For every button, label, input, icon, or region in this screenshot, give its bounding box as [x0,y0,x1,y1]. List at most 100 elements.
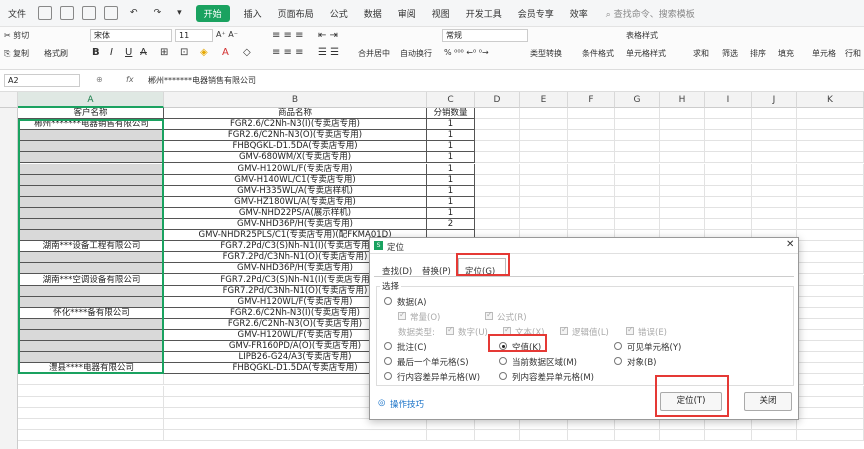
empty-cell[interactable] [427,429,475,441]
customer-name-cell[interactable]: 澧县****电器有限公司 [18,363,164,375]
empty-cell[interactable] [615,152,660,164]
empty-cell[interactable] [568,130,615,142]
empty-cell[interactable] [520,141,568,153]
customer-name-cell[interactable] [18,207,164,219]
clear-button[interactable]: ◇ [243,47,251,58]
column-header-f[interactable]: F [568,92,615,108]
more-font-button[interactable]: ⊡ [180,47,188,58]
empty-cell[interactable] [797,363,864,375]
empty-cell[interactable] [797,285,864,297]
tab-start[interactable]: 开始 [195,4,230,22]
underline-button[interactable]: U [125,47,132,58]
empty-cell[interactable] [568,185,615,197]
empty-cell[interactable] [475,185,520,197]
quantity-cell[interactable]: 1 [427,163,475,175]
undo-icon[interactable]: ↶ [122,8,146,18]
empty-cell[interactable] [475,418,520,430]
search-command-input[interactable]: ⌕ 查找命令、搜索模板 [606,7,695,20]
empty-cell[interactable] [520,418,568,430]
font-size-select[interactable]: 11 [175,29,213,42]
empty-cell[interactable] [520,119,568,131]
column-header-e[interactable]: E [520,92,568,108]
preview-icon[interactable] [104,6,119,20]
italic-button[interactable]: I [110,47,113,58]
empty-cell[interactable] [568,174,615,186]
cell-button[interactable]: 单元格 [812,48,836,59]
empty-cell[interactable] [797,196,864,208]
header-cell-c[interactable]: 分销数量 [427,108,475,120]
col-diff-radio[interactable] [499,372,507,380]
customer-name-cell[interactable] [18,185,164,197]
empty-cell[interactable] [752,163,797,175]
border-button[interactable]: ⊞ [160,47,168,58]
empty-cell[interactable] [797,230,864,242]
product-name-cell[interactable]: GMV-H120WL/F(专卖店专用) [164,163,427,175]
product-name-cell[interactable]: FGR2.6/C2Nh-N3(O)(专卖店专用) [164,130,427,142]
empty-cell[interactable] [752,418,797,430]
quantity-cell[interactable]: 1 [427,119,475,131]
empty-cell[interactable] [615,130,660,142]
empty-cell[interactable] [18,418,164,430]
empty-cell[interactable] [752,207,797,219]
empty-cell[interactable] [615,196,660,208]
comment-radio[interactable] [384,342,392,350]
fx-icon[interactable]: fx [126,75,134,84]
product-name-cell[interactable]: FHBQGKL-D1.5DA(专卖店专用) [164,141,427,153]
customer-name-cell[interactable]: 湖南***空调设备有限公司 [18,274,164,286]
empty-cell[interactable] [520,207,568,219]
sum-button[interactable]: 求和 [693,48,709,59]
empty-cell[interactable] [797,407,864,419]
empty-cell[interactable] [797,130,864,142]
save-icon[interactable] [60,6,75,20]
tab-view[interactable]: 视图 [424,7,458,20]
format-painter-button[interactable]: 格式刷 [44,48,68,59]
constant-checkbox[interactable] [398,310,406,320]
empty-cell[interactable] [568,163,615,175]
column-header-b[interactable]: B [164,92,427,108]
empty-cell[interactable] [660,141,705,153]
tab-data[interactable]: 数据 [356,7,390,20]
visible-radio[interactable] [614,342,622,350]
empty-cell[interactable] [520,152,568,164]
last-cell-radio[interactable] [384,357,392,365]
empty-cell[interactable] [705,152,752,164]
product-name-cell[interactable]: GMV-H335WL/A(专卖店样机) [164,185,427,197]
formula-input[interactable]: 郴州*******电器销售有限公司 [148,75,256,86]
tab-page-layout[interactable]: 页面布局 [270,7,322,20]
customer-name-cell[interactable] [18,318,164,330]
empty-cell[interactable] [660,163,705,175]
empty-cell[interactable] [615,185,660,197]
empty-cell[interactable] [615,108,660,120]
empty-cell[interactable] [18,385,164,397]
formula-checkbox[interactable] [485,310,493,320]
empty-cell[interactable] [797,418,864,430]
customer-name-cell[interactable] [18,285,164,297]
quantity-cell[interactable]: 1 [427,152,475,164]
merge-center-button[interactable]: 合并居中 [358,48,390,59]
empty-cell[interactable] [797,341,864,353]
empty-cell[interactable] [520,185,568,197]
empty-cell[interactable] [475,119,520,131]
empty-cell[interactable] [568,418,615,430]
tab-insert[interactable]: 插入 [236,7,270,20]
empty-cell[interactable] [568,119,615,131]
empty-cell[interactable] [797,119,864,131]
tab-member[interactable]: 会员专享 [510,7,562,20]
name-box[interactable]: A2 [4,74,80,87]
empty-cell[interactable] [752,141,797,153]
empty-cell[interactable] [660,219,705,231]
empty-cell[interactable] [475,219,520,231]
font-name-select[interactable]: 宋体 [90,29,172,42]
empty-cell[interactable] [568,429,615,441]
empty-cell[interactable] [797,174,864,186]
filter-button[interactable]: 筛选 [722,48,738,59]
empty-cell[interactable] [475,429,520,441]
empty-cell[interactable] [660,196,705,208]
error-checkbox[interactable] [626,325,634,335]
empty-cell[interactable] [705,185,752,197]
row-diff-radio[interactable] [384,372,392,380]
empty-cell[interactable] [660,108,705,120]
goto-ok-button[interactable]: 定位(T) [660,392,722,411]
empty-cell[interactable] [660,418,705,430]
grid-icon[interactable] [38,6,53,20]
